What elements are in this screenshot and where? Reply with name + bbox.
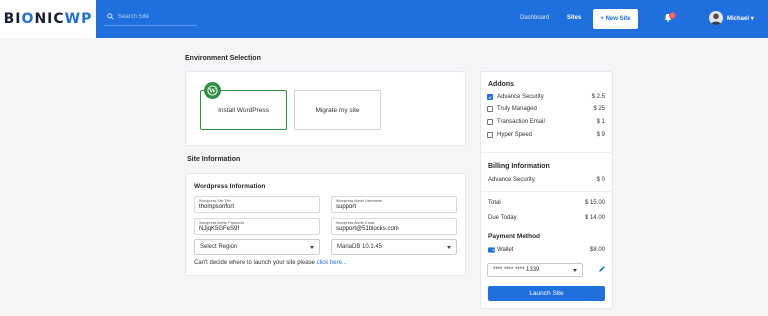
chevron-down-icon [310,245,314,249]
wallet-row: Wallet $8.00 [488,247,605,253]
wallet-balance: $8.00 [589,247,605,253]
checkbox-icon[interactable] [487,106,493,112]
billing-due-today-row: Due Today $ 14.00 [488,215,605,221]
addon-hyper-speed[interactable]: Hyper Speed $ 9 [487,130,605,140]
addon-price: $ 2.5 [591,94,605,100]
region-help-text: Can't decide where to launch your site p… [194,260,347,266]
admin-email-field[interactable]: Wordpress Admin Email support@51blocks.c… [331,218,457,235]
search-input[interactable] [118,13,188,20]
admin-username-field[interactable]: Wordpress Admin Username support [331,196,457,213]
region-help-message: Can't decide where to launch your site p… [194,260,317,266]
nav-dashboard-link[interactable]: Dashboard [520,15,549,21]
addon-price: $ 1 [596,119,605,125]
chevron-down-icon: ▾ [750,16,754,22]
site-search [104,8,197,26]
new-site-button[interactable]: + New Site [593,9,638,29]
payment-card-select[interactable]: **** **** **** 1339 [487,263,583,277]
search-icon [107,13,114,20]
logo-container[interactable]: BIONICWP [0,0,96,38]
wordpress-information-subheading: Wordpress Information [194,183,266,190]
addon-label: Advance Security [497,94,544,100]
payment-method-heading: Payment Method [488,233,541,240]
checkbox-icon[interactable] [487,119,493,125]
addon-label: Hyper Speed [497,132,533,138]
nav-sites-link[interactable]: Sites [567,15,581,21]
brand-logo: BIONICWP [3,11,93,27]
user-name: Michael [727,16,750,22]
admin-email-value: support@51blocks.com [336,226,399,232]
billing-total-row: Total $ 15.00 [488,200,605,206]
addon-advance-security[interactable]: Advance Security $ 2.5 [487,92,605,102]
avatar[interactable] [709,11,723,25]
region-help-link[interactable]: click here... [317,260,347,266]
addon-truly-managed[interactable]: Truly Managed $ 25 [487,104,605,114]
site-title-value: thompsonfort [199,204,235,210]
region-select-value: Select Region [200,244,238,250]
top-navbar: BIONICWP Dashboard Sites + New Site 0 Mi… [0,0,768,38]
total-value: $ 15.00 [584,200,605,206]
addons-heading: Addons [488,81,515,88]
user-menu[interactable]: Michael ▾ [727,15,754,22]
addon-label: Truly Managed [497,106,537,112]
due-today-value: $ 14.00 [584,215,605,221]
due-today-label: Due Today [488,215,517,221]
migrate-site-option[interactable]: Migrate my site [294,90,381,130]
database-select[interactable]: MariaDB 10.1.45 [331,239,457,255]
environment-heading: Environment Selection [185,55,261,62]
notification-badge: 0 [669,12,676,19]
migrate-site-label: Migrate my site [315,106,360,114]
wallet-icon [488,247,495,253]
checkbox-icon[interactable] [487,132,493,138]
chevron-down-icon [573,268,577,272]
region-select[interactable]: Select Region [194,239,320,255]
database-select-value: MariaDB 10.1.45 [337,244,383,250]
checkbox-checked-icon[interactable] [487,94,493,100]
billing-advance-security-row: Advance Security $ 0 [488,177,605,183]
wallet-label-group: Wallet [488,247,513,253]
site-information-heading: Site Information [187,156,241,163]
payment-card-value: **** **** **** 1339 [493,267,540,273]
billing-heading: Billing Information [488,163,550,170]
install-wordpress-label: Install WordPress [218,106,269,114]
launch-site-button[interactable]: Launch Site [488,286,605,301]
user-avatar-icon [710,13,722,25]
admin-username-value: support [336,204,357,210]
addon-transaction-email[interactable]: Transaction Email $ 1 [487,117,605,127]
divider [480,152,613,153]
wordpress-icon: W [204,82,221,99]
addon-price: $ 25 [593,106,605,112]
svg-text:W: W [208,88,216,95]
divider [480,191,613,192]
addon-price: $ 9 [596,132,605,138]
addon-label: Transaction Email [497,119,545,125]
billing-row-value: $ 0 [596,177,605,183]
admin-password-field[interactable]: Wordpress Admin Password NJjqK5GFeS9f [194,218,320,235]
pencil-icon[interactable] [598,265,606,273]
billing-row-label: Advance Security [488,177,535,183]
total-label: Total [488,200,501,206]
wallet-label: Wallet [497,247,514,253]
site-title-field[interactable]: Wordpress Site Title thompsonfort [194,196,320,213]
admin-password-value: NJjqK5GFeS9f [199,226,240,232]
chevron-down-icon [447,245,451,249]
